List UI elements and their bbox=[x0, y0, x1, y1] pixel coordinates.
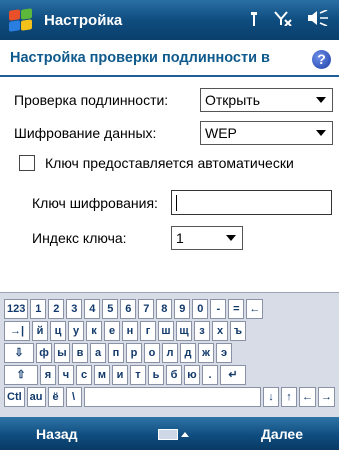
key[interactable]: ъ bbox=[230, 321, 246, 341]
key[interactable]: у bbox=[68, 321, 84, 341]
softkey-bar: Назад Далее bbox=[0, 417, 339, 450]
encryption-select-value: WEP bbox=[205, 125, 237, 141]
key-index-label: Индекс ключа: bbox=[32, 230, 127, 246]
auto-key-label: Ключ предоставляется автоматически bbox=[45, 155, 294, 171]
key[interactable]: ч bbox=[58, 365, 74, 385]
keyboard-row-5: Ctl au ё \ ↓ ↑ ← → bbox=[4, 387, 335, 407]
key[interactable]: б bbox=[166, 365, 182, 385]
key[interactable]: щ bbox=[176, 321, 192, 341]
space-key[interactable] bbox=[83, 387, 261, 407]
chevron-up-icon bbox=[181, 431, 189, 437]
back-softkey[interactable]: Назад bbox=[36, 426, 78, 442]
key[interactable]: 8 bbox=[156, 299, 173, 319]
key[interactable]: й bbox=[32, 321, 48, 341]
key[interactable]: м bbox=[94, 365, 110, 385]
key[interactable]: 7 bbox=[138, 299, 155, 319]
auth-select[interactable]: Открыть bbox=[200, 88, 333, 112]
chevron-down-icon bbox=[226, 235, 236, 241]
key[interactable]: п bbox=[108, 343, 124, 363]
arrow-right-key[interactable]: → bbox=[318, 387, 335, 407]
key[interactable]: ц bbox=[50, 321, 66, 341]
key[interactable]: о bbox=[144, 343, 160, 363]
help-icon[interactable]: ? bbox=[312, 50, 331, 69]
key[interactable]: э bbox=[216, 343, 232, 363]
start-logo[interactable] bbox=[6, 6, 34, 34]
key[interactable]: ы bbox=[54, 343, 70, 363]
window-title: Настройка bbox=[44, 11, 123, 29]
key[interactable]: я bbox=[40, 365, 56, 385]
network-key-input[interactable] bbox=[171, 190, 332, 215]
keyboard-row-2: →| й ц у к е н г ш щ з х ъ bbox=[4, 321, 335, 341]
key[interactable]: е bbox=[104, 321, 120, 341]
key[interactable]: 2 bbox=[48, 299, 65, 319]
key-index-value: 1 bbox=[176, 230, 184, 246]
key[interactable]: т bbox=[130, 365, 146, 385]
key[interactable]: - bbox=[210, 299, 227, 319]
chevron-down-icon bbox=[316, 130, 326, 136]
key[interactable]: н bbox=[122, 321, 138, 341]
key[interactable]: 5 bbox=[102, 299, 119, 319]
key[interactable]: ф bbox=[36, 343, 52, 363]
key[interactable]: \ bbox=[65, 387, 82, 407]
key[interactable]: au bbox=[26, 387, 46, 407]
on-screen-keyboard: 123 1 2 3 4 5 6 7 8 9 0 - = ← →| й ц у к… bbox=[0, 292, 339, 417]
key[interactable]: ж bbox=[198, 343, 214, 363]
caps-key[interactable]: ⇩ bbox=[4, 343, 34, 363]
text-caret bbox=[176, 195, 177, 211]
key[interactable]: 0 bbox=[192, 299, 209, 319]
key[interactable]: к bbox=[86, 321, 102, 341]
encryption-label: Шифрование данных: bbox=[14, 125, 157, 141]
encryption-select[interactable]: WEP bbox=[200, 121, 333, 145]
key[interactable]: х bbox=[212, 321, 228, 341]
network-off-icon[interactable] bbox=[273, 10, 293, 31]
arrow-down-key[interactable]: ↓ bbox=[263, 387, 279, 407]
keyboard-icon-body bbox=[158, 428, 178, 440]
key-index-select[interactable]: 1 bbox=[171, 226, 243, 250]
shift-key[interactable]: ⇧ bbox=[4, 365, 38, 385]
network-key-label: Ключ шифрования: bbox=[32, 195, 158, 211]
volume-icon[interactable] bbox=[307, 9, 329, 31]
key[interactable]: з bbox=[194, 321, 210, 341]
tab-key[interactable]: →| bbox=[4, 321, 30, 341]
key[interactable]: 9 bbox=[174, 299, 191, 319]
key[interactable]: 6 bbox=[120, 299, 137, 319]
status-icons bbox=[249, 9, 329, 31]
key[interactable]: а bbox=[90, 343, 106, 363]
keyboard-icon[interactable] bbox=[158, 427, 190, 441]
page-title: Настройка проверки подлинности в bbox=[10, 49, 270, 66]
key[interactable]: с bbox=[76, 365, 92, 385]
key[interactable]: ь bbox=[148, 365, 164, 385]
arrow-up-key[interactable]: ↑ bbox=[281, 387, 297, 407]
key[interactable]: и bbox=[112, 365, 128, 385]
key[interactable]: в bbox=[72, 343, 88, 363]
key[interactable]: = bbox=[228, 299, 245, 319]
signal-antenna-icon[interactable] bbox=[249, 10, 259, 31]
ctrl-key[interactable]: Ctl bbox=[4, 387, 25, 407]
keyboard-row-4: ⇧ я ч с м и т ь б ю . ↵ bbox=[4, 365, 335, 385]
key[interactable]: ш bbox=[158, 321, 174, 341]
key[interactable]: 3 bbox=[66, 299, 83, 319]
key[interactable]: 4 bbox=[84, 299, 101, 319]
auth-select-value: Открыть bbox=[205, 92, 260, 108]
chevron-down-icon bbox=[316, 97, 326, 103]
key[interactable]: 1 bbox=[30, 299, 47, 319]
key[interactable]: ё bbox=[47, 387, 64, 407]
key[interactable]: р bbox=[126, 343, 142, 363]
key[interactable]: ю bbox=[184, 365, 200, 385]
key[interactable]: . bbox=[202, 365, 218, 385]
arrow-left-key[interactable]: ← bbox=[299, 387, 316, 407]
page-header: Настройка проверки подлинности в ? bbox=[0, 40, 339, 77]
key[interactable]: д bbox=[180, 343, 196, 363]
auto-key-checkbox[interactable] bbox=[19, 155, 35, 171]
next-softkey[interactable]: Далее bbox=[261, 426, 303, 442]
keyboard-row-3: ⇩ ф ы в а п р о л д ж э bbox=[4, 343, 335, 363]
backspace-key[interactable]: ← bbox=[246, 299, 264, 319]
key-123[interactable]: 123 bbox=[4, 299, 29, 319]
keyboard-row-1: 123 1 2 3 4 5 6 7 8 9 0 - = ← bbox=[4, 299, 335, 319]
title-bar: Настройка bbox=[0, 0, 339, 40]
key[interactable]: г bbox=[140, 321, 156, 341]
enter-key[interactable]: ↵ bbox=[220, 365, 246, 385]
key[interactable]: л bbox=[162, 343, 178, 363]
auth-label: Проверка подлинности: bbox=[14, 92, 169, 108]
